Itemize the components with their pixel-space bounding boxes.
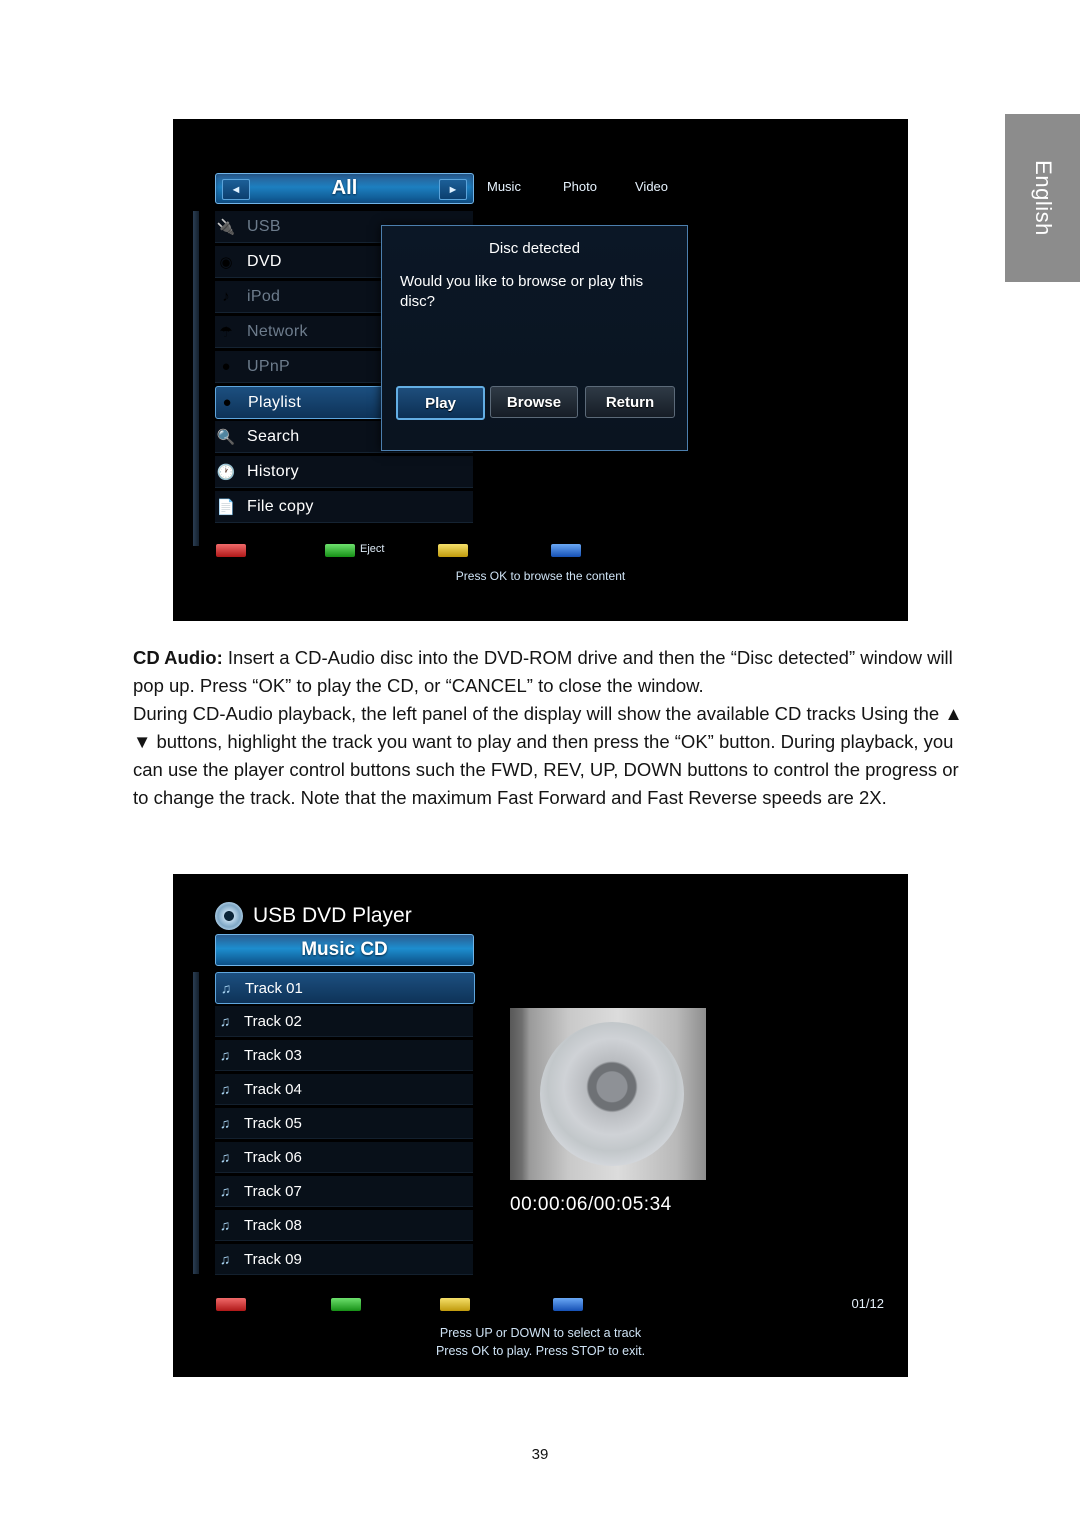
track-list: ♫ Track 01 ♫ Track 02 ♫ Track 03 ♫ Track… bbox=[193, 972, 475, 1275]
yellow-key-button[interactable] bbox=[440, 1298, 470, 1311]
source-item-label: Playlist bbox=[248, 393, 302, 411]
browse-button[interactable]: Browse bbox=[490, 386, 578, 418]
screenshot-disc-detected: ◄ All ► Music Photo Video 🔌 USB ◉ DVD ♪ … bbox=[173, 119, 908, 621]
track-row[interactable]: ♫ Track 04 bbox=[215, 1074, 473, 1105]
paragraph-one-text: Insert a CD-Audio disc into the DVD-ROM … bbox=[133, 647, 953, 696]
track-label: Track 09 bbox=[244, 1250, 302, 1268]
language-tab: English bbox=[1005, 114, 1080, 282]
paragraph-two: During CD-Audio playback, the left panel… bbox=[133, 703, 963, 808]
upnp-icon: ● bbox=[221, 358, 231, 375]
album-art bbox=[510, 1008, 706, 1180]
music-note-icon: ♫ bbox=[219, 1115, 231, 1131]
arrow-right-glyph: ► bbox=[447, 183, 459, 196]
status-hint-line-one: Press UP or DOWN to select a track bbox=[439, 1326, 642, 1340]
file-copy-icon: 📄 bbox=[216, 498, 236, 516]
source-item-history[interactable]: 🕐 History bbox=[215, 456, 473, 488]
list-rail bbox=[193, 972, 199, 1274]
music-note-icon: ♫ bbox=[219, 1251, 231, 1267]
track-label: Track 05 bbox=[244, 1114, 302, 1132]
track-row[interactable]: ♫ Track 01 bbox=[215, 972, 475, 1004]
playlist-icon: ● bbox=[222, 394, 232, 411]
track-row[interactable]: ♫ Track 05 bbox=[215, 1108, 473, 1139]
player-title: USB DVD Player bbox=[253, 904, 412, 927]
disc-label: Music CD bbox=[301, 939, 388, 960]
track-label: Track 04 bbox=[244, 1080, 302, 1098]
return-button[interactable]: Return bbox=[585, 386, 675, 418]
track-label: Track 01 bbox=[245, 979, 303, 997]
disc-icon: ◉ bbox=[219, 253, 233, 271]
arrow-right-icon[interactable]: ► bbox=[439, 179, 467, 200]
source-item-file-copy[interactable]: 📄 File copy bbox=[215, 491, 473, 523]
list-rail bbox=[193, 211, 199, 546]
usb-icon: 🔌 bbox=[216, 218, 236, 236]
player-header: USB DVD Player bbox=[215, 902, 412, 930]
track-row[interactable]: ♫ Track 07 bbox=[215, 1176, 473, 1207]
track-row[interactable]: ♫ Track 06 bbox=[215, 1142, 473, 1173]
language-tab-label: English bbox=[1030, 160, 1056, 236]
music-note-icon: ♫ bbox=[219, 1013, 231, 1029]
disc-label-bar: Music CD bbox=[215, 934, 474, 966]
music-note-icon: ♫ bbox=[219, 1217, 231, 1233]
search-icon: 🔍 bbox=[216, 428, 236, 446]
track-label: Track 08 bbox=[244, 1216, 302, 1234]
green-key-button[interactable] bbox=[325, 544, 355, 557]
top-menu-photo[interactable]: Photo bbox=[563, 179, 597, 194]
body-text-block: CD Audio: Insert a CD-Audio disc into th… bbox=[133, 644, 978, 812]
paragraph-one: CD Audio: Insert a CD-Audio disc into th… bbox=[133, 644, 978, 700]
green-key-label: Eject bbox=[360, 543, 385, 555]
track-row[interactable]: ♫ Track 02 bbox=[215, 1006, 473, 1037]
source-item-label: DVD bbox=[247, 252, 282, 270]
status-hint: Press OK to browse the content bbox=[455, 569, 626, 583]
disc-icon bbox=[215, 902, 243, 930]
dialog-message: Would you like to browse or play this di… bbox=[400, 273, 644, 311]
track-label: Track 06 bbox=[244, 1148, 302, 1166]
track-label: Track 07 bbox=[244, 1182, 302, 1200]
music-note-icon: ♫ bbox=[219, 1149, 231, 1165]
history-icon: 🕐 bbox=[216, 463, 236, 481]
yellow-key-button[interactable] bbox=[438, 544, 468, 557]
play-button[interactable]: Play bbox=[396, 386, 485, 420]
arrow-left-glyph: ◄ bbox=[230, 183, 242, 196]
top-menu-music[interactable]: Music bbox=[487, 179, 521, 194]
track-label: Track 02 bbox=[244, 1012, 302, 1030]
source-item-label: Search bbox=[247, 427, 300, 445]
music-note-icon: ♫ bbox=[219, 1081, 231, 1097]
network-icon: ☂ bbox=[219, 323, 233, 341]
music-note-icon: ♫ bbox=[219, 1047, 231, 1063]
music-note-icon: ♫ bbox=[220, 980, 232, 996]
cd-audio-lead-label: CD Audio: bbox=[133, 647, 223, 668]
music-note-icon: ♪ bbox=[222, 288, 230, 305]
top-menu-video[interactable]: Video bbox=[635, 179, 668, 194]
red-key-button[interactable] bbox=[216, 1298, 246, 1311]
source-item-label: UPnP bbox=[247, 357, 290, 375]
screenshot-music-cd-player: USB DVD Player Music CD ♫ Track 01 ♫ Tra… bbox=[173, 874, 908, 1377]
source-item-label: Network bbox=[247, 322, 308, 340]
track-row[interactable]: ♫ Track 03 bbox=[215, 1040, 473, 1071]
source-item-label: USB bbox=[247, 217, 281, 235]
blue-key-button[interactable] bbox=[551, 544, 581, 557]
arrow-left-icon[interactable]: ◄ bbox=[222, 179, 250, 200]
disc-detected-dialog: Disc detected Would you like to browse o… bbox=[381, 225, 688, 451]
music-note-icon: ♫ bbox=[219, 1183, 231, 1199]
track-label: Track 03 bbox=[244, 1046, 302, 1064]
media-filter-label: All bbox=[331, 177, 358, 199]
track-row[interactable]: ♫ Track 09 bbox=[215, 1244, 473, 1275]
track-row[interactable]: ♫ Track 08 bbox=[215, 1210, 473, 1241]
playback-timecode: 00:00:06/00:05:34 bbox=[510, 1194, 672, 1215]
blue-key-button[interactable] bbox=[553, 1298, 583, 1311]
source-item-label: History bbox=[247, 462, 299, 480]
page-number: 39 bbox=[531, 1446, 549, 1463]
source-item-label: File copy bbox=[247, 497, 314, 515]
cd-disc-graphic bbox=[540, 1022, 684, 1166]
track-counter: 01/12 bbox=[851, 1296, 884, 1311]
media-filter-tab[interactable]: ◄ All ► bbox=[215, 173, 474, 204]
dialog-title: Disc detected bbox=[489, 240, 580, 257]
source-item-label: iPod bbox=[247, 287, 281, 305]
red-key-button[interactable] bbox=[216, 544, 246, 557]
green-key-button[interactable] bbox=[331, 1298, 361, 1311]
status-hint-line-two: Press OK to play. Press STOP to exit. bbox=[435, 1344, 646, 1358]
